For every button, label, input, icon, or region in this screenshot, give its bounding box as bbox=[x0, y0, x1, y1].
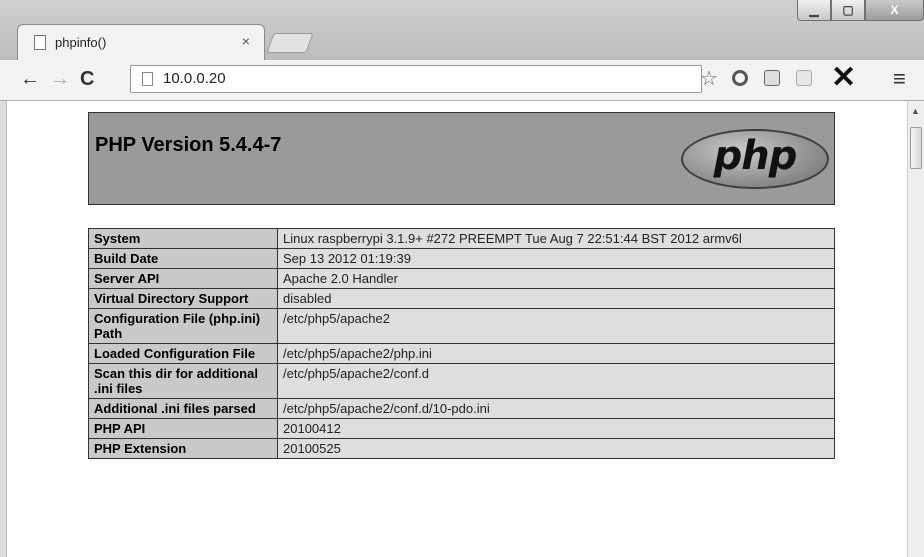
row-value: /etc/php5/apache2/conf.d/10-pdo.ini bbox=[277, 398, 835, 419]
scroll-up-arrow-icon[interactable]: ▲ bbox=[911, 106, 920, 116]
table-row: Loaded Configuration File/etc/php5/apach… bbox=[88, 343, 835, 364]
table-row: Configuration File (php.ini) Path/etc/ph… bbox=[88, 308, 835, 344]
close-window-button[interactable]: X bbox=[865, 0, 924, 21]
row-key: Scan this dir for additional .ini files bbox=[88, 363, 278, 399]
php-info-table: System Linux raspberrypi 3.1.9+ #272 PREE… bbox=[88, 228, 835, 459]
row-key: PHP Extension bbox=[88, 438, 278, 459]
row-value: 20100525 bbox=[277, 438, 835, 459]
row-value: Apache 2.0 Handler bbox=[277, 268, 835, 289]
row-key: Configuration File (php.ini) Path bbox=[88, 308, 278, 344]
minimize-button[interactable]: ▁ bbox=[797, 0, 831, 21]
php-version-header: PHP Version 5.4.4-7 php bbox=[88, 112, 835, 205]
row-value: /etc/php5/apache2/conf.d bbox=[277, 363, 835, 399]
extension-icon[interactable] bbox=[732, 70, 748, 86]
table-row: Virtual Directory Support disabled bbox=[88, 288, 835, 309]
row-key: Server API bbox=[88, 268, 278, 289]
table-row: Server API Apache 2.0 Handler bbox=[88, 268, 835, 289]
url-text[interactable]: 10.0.0.20 bbox=[163, 70, 226, 87]
row-key: System bbox=[88, 228, 278, 249]
row-value: /etc/php5/apache2 bbox=[277, 308, 835, 344]
vertical-scrollbar[interactable]: ▲ bbox=[907, 101, 924, 557]
row-key: Loaded Configuration File bbox=[88, 343, 278, 364]
scroll-thumb[interactable] bbox=[910, 127, 922, 169]
forward-arrow-icon[interactable]: → bbox=[50, 68, 70, 90]
page-icon bbox=[142, 72, 153, 86]
table-row: Additional .ini files parsed/etc/php5/ap… bbox=[88, 398, 835, 419]
row-key: Additional .ini files parsed bbox=[88, 398, 278, 419]
row-key: PHP API bbox=[88, 418, 278, 439]
row-value: 20100412 bbox=[277, 418, 835, 439]
back-arrow-icon[interactable]: ← bbox=[20, 68, 40, 90]
page-icon bbox=[34, 35, 46, 50]
window-left-edge bbox=[0, 101, 7, 557]
row-value: /etc/php5/apache2/php.ini bbox=[277, 343, 835, 364]
tab-title: phpinfo() bbox=[55, 35, 107, 50]
row-value: disabled bbox=[277, 288, 835, 309]
row-value: Linux raspberrypi 3.1.9+ #272 PREEMPT Tu… bbox=[277, 228, 835, 249]
menu-icon[interactable]: ≡ bbox=[893, 66, 906, 92]
x-icon[interactable]: ✕ bbox=[831, 63, 856, 93]
extension-icon[interactable] bbox=[764, 70, 780, 86]
php-version-title: PHP Version 5.4.4-7 bbox=[95, 134, 282, 156]
title-bar: phpinfo() × ▁ ▢ X bbox=[0, 0, 924, 61]
tab-close-button[interactable]: × bbox=[242, 33, 250, 49]
extension-icon[interactable] bbox=[796, 70, 812, 86]
new-tab-button[interactable] bbox=[266, 33, 314, 53]
php-logo: php bbox=[681, 129, 829, 189]
table-row: PHP API 20100412 bbox=[88, 418, 835, 439]
address-bar[interactable]: 10.0.0.20 bbox=[130, 65, 702, 93]
maximize-button[interactable]: ▢ bbox=[831, 0, 865, 21]
table-row: PHP Extension 20100525 bbox=[88, 438, 835, 459]
star-icon[interactable]: ☆ bbox=[700, 66, 718, 91]
table-row: Build Date Sep 13 2012 01:19:39 bbox=[88, 248, 835, 269]
table-row: System Linux raspberrypi 3.1.9+ #272 PREE… bbox=[88, 228, 835, 249]
php-logo-text: php bbox=[713, 133, 798, 179]
row-key: Virtual Directory Support bbox=[88, 288, 278, 309]
php-info-rows: System Linux raspberrypi 3.1.9+ #272 PREE… bbox=[88, 228, 835, 459]
window-controls: ▁ ▢ X bbox=[797, 0, 924, 24]
tab-phpinfo[interactable]: phpinfo() × bbox=[17, 24, 265, 61]
table-row: Scan this dir for additional .ini files /… bbox=[88, 363, 835, 399]
row-key: Build Date bbox=[88, 248, 278, 269]
row-value: Sep 13 2012 01:19:39 bbox=[277, 248, 835, 269]
browser-toolbar: ← → C 10.0.0.20 ☆ ✕ ≡ bbox=[0, 60, 924, 101]
reload-icon[interactable]: C bbox=[80, 68, 94, 90]
